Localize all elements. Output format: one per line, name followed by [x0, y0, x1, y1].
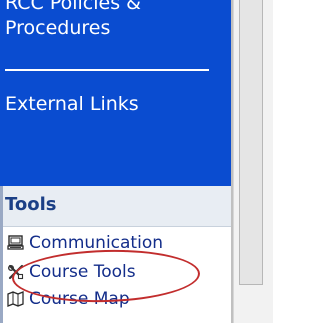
- course-map-icon: [7, 291, 24, 307]
- nav-item-rcc-policies-procedures[interactable]: RCC Policies & Procedures: [5, 0, 233, 41]
- tools-section-title: Tools: [5, 194, 57, 215]
- tools-item-course-map[interactable]: Course Map: [7, 288, 227, 310]
- tools-item-course-tools[interactable]: Course Tools: [7, 261, 227, 283]
- tools-item-label: Course Map: [29, 289, 130, 309]
- course-tools-icon: [8, 264, 24, 280]
- tools-item-label: Course Tools: [29, 262, 136, 282]
- vertical-scrollbar-thumb[interactable]: [239, 0, 263, 285]
- course-navigation-panel: RCC Policies & Procedures External Links: [0, 0, 233, 186]
- communication-icon: [7, 235, 24, 250]
- tools-item-label: Communication: [29, 233, 163, 253]
- nav-item-external-links[interactable]: External Links: [5, 92, 139, 117]
- tools-item-communication[interactable]: Communication: [7, 232, 227, 254]
- nav-divider: [5, 69, 209, 71]
